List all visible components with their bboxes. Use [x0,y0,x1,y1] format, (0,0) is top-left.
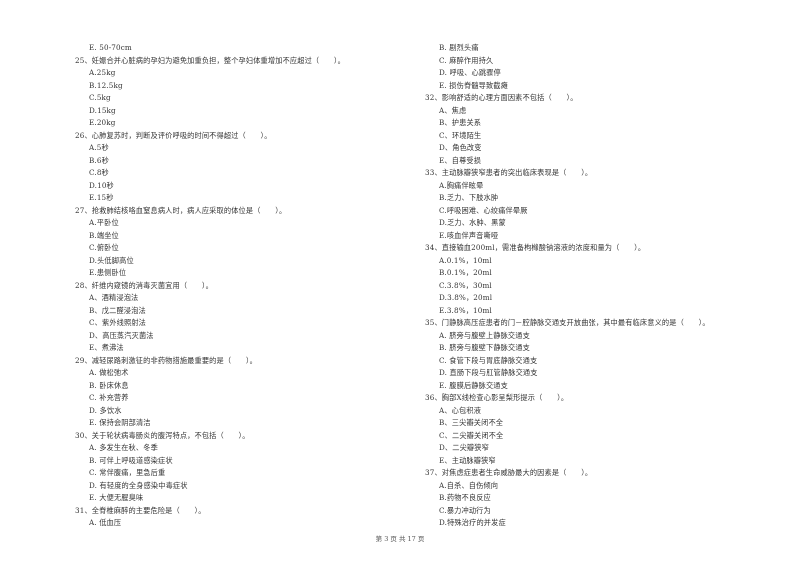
answer-option: C. 补充营养 [89,393,129,402]
answer-option: B、三尖瓣关闭不全 [439,418,504,427]
answer-option: E. 50-70cm [89,43,132,52]
answer-option: A. 做松弛术 [89,368,129,377]
answer-option: A. 多发生在秋、冬季 [89,443,158,452]
answer-option: E. 损伤脊髓导致截瘫 [439,80,508,90]
question-stem: 28、纤维内窥镜的消毒灭菌宜用（ ）。 [75,280,213,290]
answer-option: C.暴力冲动行为 [439,505,491,515]
answer-option: A.5秒 [89,143,109,152]
answer-option: B、护患关系 [439,118,482,127]
answer-option: D.乏力、水肿、黑蒙 [439,218,506,227]
answer-option: D. 直肠下段与肛管静脉交通支 [439,368,538,377]
question-stem: 25、妊娠合并心脏病的孕妇为避免加重负担，整个孕妇体重增加不应超过（ ）。 [75,55,345,65]
answer-option: B.乏力、下肢水肿 [439,193,499,202]
answer-option: C. 麻醉作用持久 [439,55,494,65]
answer-option: A、焦虑 [439,105,467,115]
answer-option: E.3.8%，10ml [439,305,492,315]
right-column: B. 剧烈头痛 C. 麻醉作用持久 D. 呼吸、心跳骤停 E. 损伤脊髓导致截瘫 32、… [425,42,765,530]
question-stem: 36、胸部X线检查心影呈梨形提示（ ）。 [425,393,569,402]
answer-option: E.15秒 [89,193,114,202]
answer-option: A.胸痛伴眩晕 [439,180,484,190]
answer-option: A、心包积液 [439,405,482,415]
question-stem: 34、直接输血200ml，需准备枸橼酸钠溶液的浓度和量为（ ）。 [425,243,646,252]
answer-option: E. 保持会阴部清洁 [89,418,151,427]
answer-option: A. 低血压 [89,518,122,527]
answer-option: A、酒精浸泡法 [89,293,139,302]
answer-option: E.患侧卧位 [89,268,127,277]
answer-option: E. 大便无腥臭味 [89,493,144,502]
question-stem: 26、心肺复苏时，判断及评价呼吸的时间不得超过（ ）。 [75,130,272,140]
answer-option: D、二尖瓣狭窄 [439,443,489,452]
answer-option: B. 脐旁与腹壁下静脉交通支 [439,343,531,352]
answer-option: A.25kg [89,68,116,77]
answer-option: B. 剧烈头痛 [439,43,479,52]
answer-option: B.12.5kg [89,80,123,90]
answer-option: C、环境陌生 [439,130,482,140]
answer-option: A.0.1%，10ml [439,255,492,265]
answer-option: D.15kg [89,105,116,115]
answer-option: B.药物不良反应 [439,493,491,502]
answer-option: C、紫外线照射法 [89,318,147,327]
answer-option: E. 腹膜后静脉交通支 [439,380,508,390]
question-stem: 31、全脊椎麻醉的主要危险是（ ）。 [75,505,206,515]
answer-option: D、高压蒸汽灭菌法 [89,330,154,340]
answer-option: A. 脐旁与腹壁上静脉交通支 [439,330,530,340]
question-stem: 33、主动脉瓣狭窄患者的突出临床表现是（ ）。 [425,168,593,177]
answer-option: D、角色改变 [439,143,482,152]
answer-option: C、二尖瓣关闭不全 [439,430,504,440]
answer-option: C.5kg [89,93,111,102]
answer-option: B. 卧床休息 [89,380,129,390]
answer-option: D.头低脚高位 [89,255,134,265]
answer-option: D. 呼吸、心跳骤停 [439,68,501,77]
answer-option: E、煮沸法 [89,343,124,352]
answer-option: C.俯卧位 [89,243,119,252]
page-number: 第 3 页 共 17 页 [375,535,425,543]
answer-option: B. 可伴上呼吸道感染症状 [89,455,173,465]
answer-option: B.0.1%，20ml [439,268,492,277]
answer-option: D.特殊治疗的并发症 [439,518,506,527]
answer-option: C. 常伴腹痛，里急后重 [89,468,166,477]
answer-option: E、自尊受损 [439,155,482,165]
answer-option: D.3.8%，20ml [439,293,493,302]
question-stem: 29、减轻尿路刺激征的非药物措施最重要的是（ ）。 [75,355,257,365]
question-stem: 30、关于轮状病毒肠炎的腹泻特点，不包括（ ）。 [75,430,250,440]
answer-option: B.6秒 [89,155,109,165]
question-stem: 32、影响舒适的心理方面因素不包括（ ）。 [425,93,578,102]
question-stem: 35、门静脉高压症患者的门－腔静脉交通支开放曲张，其中最有临床意义的是（ ）。 [425,318,710,327]
question-stem: 37、对焦虑症患者生命威胁最大的因素是（ ）。 [425,468,593,477]
answer-option: C. 食管下段与胃底静脉交通支 [439,355,538,365]
answer-option: C.8秒 [89,168,109,177]
answer-option: A.自杀、自伤倾向 [439,480,499,490]
answer-option: D.10秒 [89,180,114,190]
answer-option: D. 有轻度的全身感染中毒症状 [89,480,188,490]
answer-option: C.呼吸困难、心绞痛伴晕厥 [439,205,528,215]
answer-option: E.咳血伴声音嘶哑 [439,230,499,240]
answer-option: D. 多饮水 [89,405,122,415]
answer-option: B、戊二醛浸泡法 [89,305,146,315]
left-column: E. 50-70cm 25、妊娠合并心脏病的孕妇为避免加重负担，整个孕妇体重增加不… [75,42,415,530]
answer-option: C.3.8%，30ml [439,280,492,290]
answer-option: E、主动脉瓣狭窄 [439,455,496,465]
question-stem: 27、抢救肺结核咯血窒息病人时，病人应采取的体位是（ ）。 [75,205,287,215]
answer-option: E.20kg [89,118,116,127]
answer-option: A.平卧位 [89,218,119,227]
answer-option: B.端坐位 [89,230,119,240]
